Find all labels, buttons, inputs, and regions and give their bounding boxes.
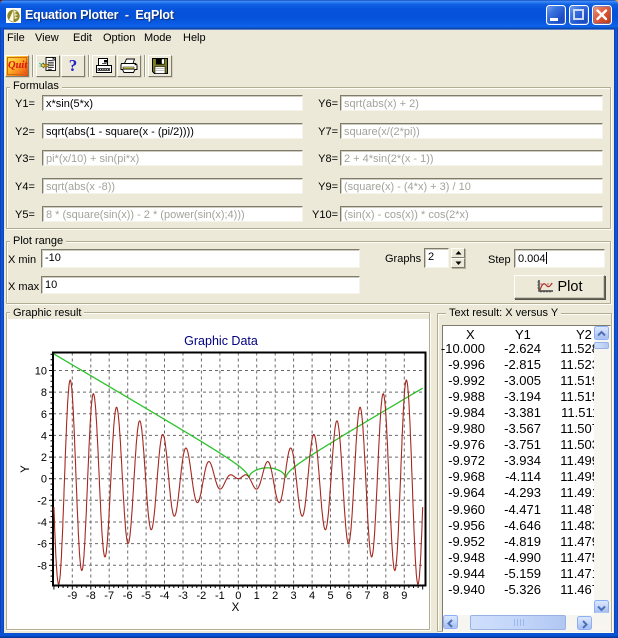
svg-text:X: X [232,602,240,614]
